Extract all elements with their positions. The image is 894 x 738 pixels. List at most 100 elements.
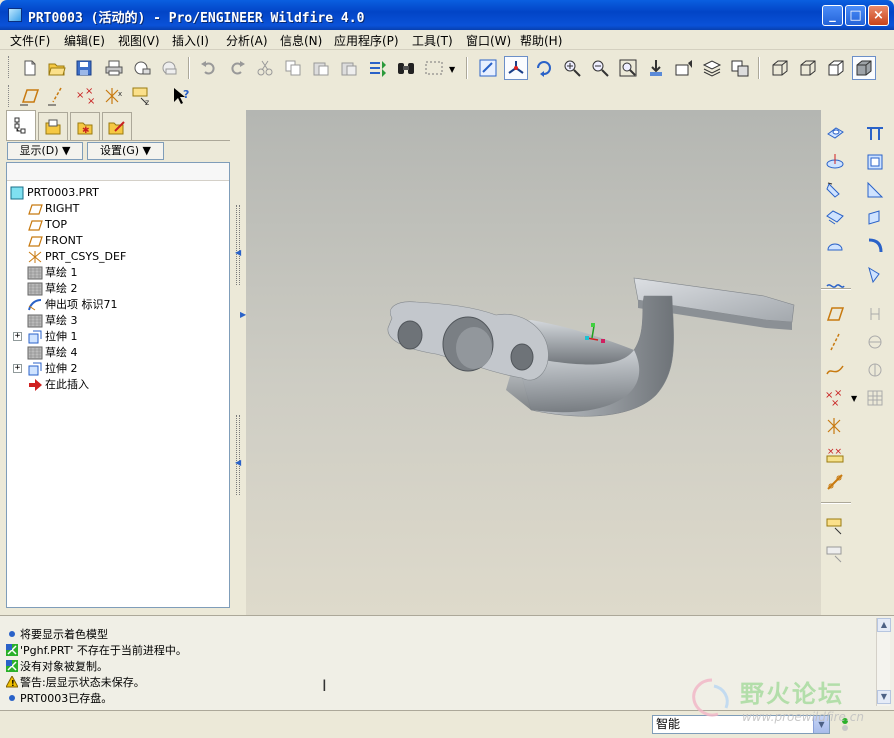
view-manager-icon[interactable]: [728, 56, 752, 80]
spin-center-icon[interactable]: [504, 56, 528, 80]
datum-axis-display-icon[interactable]: [46, 84, 70, 108]
saved-views-icon[interactable]: [672, 56, 696, 80]
datum-curve-icon[interactable]: [823, 358, 847, 382]
zoom-in-icon[interactable]: [560, 56, 584, 80]
wrap-icon[interactable]: [863, 262, 887, 286]
tree-item[interactable]: 草绘 4: [27, 345, 78, 361]
hidden-line-icon[interactable]: [796, 56, 820, 80]
tree-item[interactable]: PRT_CSYS_DEF: [27, 249, 126, 265]
point-dropdown-arrow[interactable]: ▼: [851, 394, 857, 403]
offset-icon[interactable]: [823, 274, 847, 298]
panel-splitter[interactable]: ◀ ▶ ◀: [232, 110, 246, 615]
sketch-tool-icon[interactable]: ××: [823, 442, 847, 466]
chamfer-icon[interactable]: [863, 178, 887, 202]
menu-analysis[interactable]: 分析(A): [226, 32, 268, 49]
trim-icon[interactable]: [863, 234, 887, 258]
model-tree-tab[interactable]: [6, 110, 36, 141]
open-icon[interactable]: [45, 56, 69, 80]
save-icon[interactable]: [72, 56, 96, 80]
tree-item[interactable]: 草绘 1: [27, 265, 78, 281]
refit-icon[interactable]: [616, 56, 640, 80]
rib-icon[interactable]: [863, 150, 887, 174]
round-icon[interactable]: [863, 122, 887, 146]
no-hidden-icon[interactable]: [824, 56, 848, 80]
tree-item[interactable]: 草绘 2: [27, 281, 78, 297]
extend-icon[interactable]: [863, 302, 887, 326]
menu-view[interactable]: 视图(V): [118, 32, 160, 49]
maximize-button[interactable]: □: [845, 5, 866, 26]
regenerate-icon[interactable]: [366, 56, 390, 80]
tree-item[interactable]: TOP: [27, 217, 67, 233]
tree-item[interactable]: 在此插入: [27, 377, 89, 393]
tree-expand-icon[interactable]: +: [13, 332, 22, 341]
tree-expand-icon[interactable]: +: [13, 364, 22, 373]
analysis-icon[interactable]: [863, 386, 887, 410]
scroll-up-icon[interactable]: ▲: [877, 618, 891, 632]
reorient-icon[interactable]: [644, 56, 668, 80]
menu-file[interactable]: 文件(F): [10, 32, 50, 49]
print-icon[interactable]: [102, 56, 126, 80]
shading-icon[interactable]: [852, 56, 876, 80]
connections-tab[interactable]: [102, 112, 132, 140]
favorites-tab[interactable]: ✱: [70, 112, 100, 140]
csys-display-icon[interactable]: x: [102, 84, 126, 108]
tree-item[interactable]: + 拉伸 2: [13, 361, 78, 377]
shell-icon[interactable]: [823, 150, 847, 174]
folder-browser-tab[interactable]: [38, 112, 68, 140]
menu-window[interactable]: 窗口(W): [466, 32, 511, 49]
wireframe-icon[interactable]: [768, 56, 792, 80]
orient-icon[interactable]: [532, 56, 556, 80]
hole-icon[interactable]: [823, 122, 847, 146]
thicken-icon[interactable]: [863, 330, 887, 354]
datum-axis-icon[interactable]: [823, 330, 847, 354]
menu-edit[interactable]: 编辑(E): [64, 32, 105, 49]
show-button[interactable]: 显示(D) ▼: [7, 142, 83, 160]
repaint-icon[interactable]: [476, 56, 500, 80]
email-icon[interactable]: [130, 56, 154, 80]
solidify-icon[interactable]: [863, 358, 887, 382]
settings-button[interactable]: 设置(G) ▼: [87, 142, 164, 160]
sweep-tool-icon[interactable]: [823, 542, 847, 566]
new-icon[interactable]: [18, 56, 42, 80]
mirror-icon[interactable]: [863, 206, 887, 230]
annotation-display-icon[interactable]: z: [130, 84, 154, 108]
menu-help[interactable]: 帮助(H): [520, 32, 562, 49]
datum-point-icon[interactable]: × × ×: [823, 386, 847, 410]
tree-item[interactable]: 草绘 3: [27, 313, 78, 329]
tree-item[interactable]: RIGHT: [27, 201, 79, 217]
tree-item[interactable]: 伸出项 标识71: [27, 297, 118, 313]
paste-special-icon[interactable]: [337, 56, 361, 80]
menu-tools[interactable]: 工具(T): [412, 32, 453, 49]
graphics-window[interactable]: [246, 110, 821, 615]
draft-icon[interactable]: [823, 178, 847, 202]
tree-item[interactable]: PRT0003.PRT: [9, 185, 99, 201]
paste-icon[interactable]: [309, 56, 333, 80]
tree-item[interactable]: FRONT: [27, 233, 83, 249]
menu-info[interactable]: 信息(N): [280, 32, 322, 49]
minimize-button[interactable]: _: [822, 5, 843, 26]
redo-icon[interactable]: [225, 56, 249, 80]
menu-insert[interactable]: 插入(I): [172, 32, 209, 49]
cut-icon[interactable]: [253, 56, 277, 80]
pattern-icon[interactable]: [823, 206, 847, 230]
merge-icon[interactable]: [823, 234, 847, 258]
revolve-tool-icon[interactable]: [823, 514, 847, 538]
zoom-out-icon[interactable]: [588, 56, 612, 80]
layers-icon[interactable]: [700, 56, 724, 80]
close-button[interactable]: ×: [868, 5, 889, 26]
undo-icon[interactable]: [197, 56, 221, 80]
datum-point-display-icon[interactable]: × × ×: [74, 84, 98, 108]
copy-icon[interactable]: [281, 56, 305, 80]
email-link-icon[interactable]: [158, 56, 182, 80]
menu-applications[interactable]: 应用程序(P): [334, 32, 399, 49]
select-dropdown-arrow[interactable]: ▼: [449, 65, 455, 74]
collapse-left-icon[interactable]: ◀: [235, 248, 241, 257]
select-box-icon[interactable]: [422, 56, 446, 80]
whats-this-icon[interactable]: ?: [170, 84, 194, 108]
extrude-tool-icon[interactable]: [823, 470, 847, 494]
datum-plane-icon[interactable]: [823, 302, 847, 326]
find-icon[interactable]: [394, 56, 418, 80]
collapse-left-icon[interactable]: ◀: [235, 458, 241, 467]
csys-icon[interactable]: [823, 414, 847, 438]
tree-item[interactable]: + 拉伸 1: [13, 329, 78, 345]
